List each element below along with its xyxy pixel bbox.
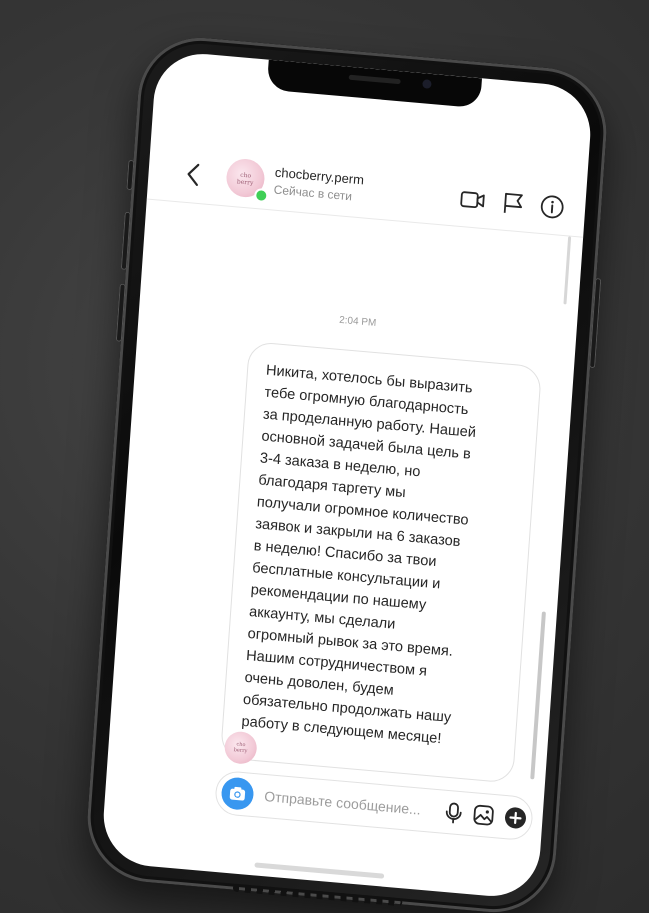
message-text: Никита, хотелось бы выразить тебе огромн…: [240, 362, 477, 748]
home-indicator: [254, 862, 385, 879]
chat-header: cho berry chocberry.perm Сейчас в сети: [146, 144, 587, 238]
front-camera: [422, 79, 432, 89]
camera-icon: [229, 786, 246, 801]
microphone-icon[interactable]: [441, 800, 467, 826]
message-bubble[interactable]: Никита, хотелось бы выразить тебе огромн…: [219, 340, 543, 784]
camera-button[interactable]: [220, 776, 255, 811]
header-scroll-indicator: [563, 236, 572, 305]
avatar-logo: cho berry: [236, 171, 254, 187]
scrollbar-thumb[interactable]: [530, 611, 546, 780]
presence-status: Сейчас в сети: [273, 182, 353, 204]
video-camera-icon[interactable]: [459, 186, 487, 214]
phone-screen: cho berry chocberry.perm Сейчас в сети 2…: [100, 49, 594, 901]
background: cho berry chocberry.perm Сейчас в сети 2…: [0, 0, 649, 913]
plus-icon[interactable]: [503, 805, 529, 831]
chevron-left-icon[interactable]: [182, 160, 206, 190]
phone-mockup: cho berry chocberry.perm Сейчас в сети 2…: [83, 32, 611, 913]
flag-icon[interactable]: [499, 189, 527, 217]
online-indicator: [253, 187, 269, 204]
speaker: [348, 74, 401, 85]
gallery-icon[interactable]: [471, 802, 497, 828]
message-timestamp: 2:04 PM: [338, 314, 377, 329]
info-icon[interactable]: [538, 193, 566, 221]
sender-avatar-logo: cho berry: [233, 741, 248, 755]
message-input[interactable]: [263, 785, 435, 822]
